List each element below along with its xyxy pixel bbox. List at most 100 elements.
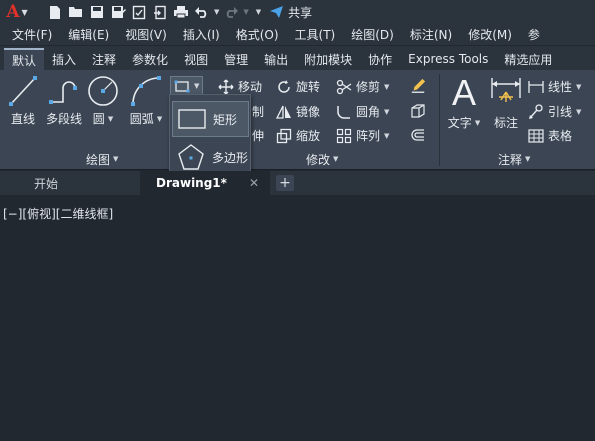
chevron-down-icon: ▼ [384, 82, 390, 91]
trim-icon [336, 79, 352, 95]
polygon-menu-item[interactable]: 多边形 [172, 139, 249, 175]
open-icon[interactable] [67, 3, 85, 21]
chevron-down-icon[interactable]: ▼ [214, 8, 219, 16]
quick-access-toolbar: A ▼ ▼ ▼ ▼ 共享 [0, 0, 595, 24]
offset-button[interactable] [410, 127, 426, 143]
arc-button[interactable]: 圆弧 ▼ [128, 74, 164, 127]
erase-button[interactable] [410, 78, 426, 94]
menu-draw[interactable]: 绘图(D) [343, 26, 402, 43]
share-button[interactable]: 共享 [269, 4, 312, 21]
viewport-controls[interactable]: [−][俯视][二维线框] [3, 205, 113, 222]
polyline-button[interactable]: 多段线 [44, 74, 84, 127]
leader-icon [528, 103, 544, 120]
undo-icon[interactable] [193, 3, 211, 21]
tab-view[interactable]: 视图 [176, 48, 216, 70]
chevron-down-icon: ▼ [21, 7, 28, 17]
table-icon [528, 128, 544, 144]
close-icon[interactable]: ✕ [249, 176, 259, 190]
chevron-down-icon: ▼ [525, 155, 531, 163]
tab-parametric[interactable]: 参数化 [124, 48, 176, 70]
new-tab-button[interactable]: + [276, 175, 294, 191]
menu-format[interactable]: 格式(O) [228, 26, 287, 43]
import-icon[interactable] [151, 3, 169, 21]
rotate-button[interactable]: 旋转 [276, 78, 320, 95]
redo-icon[interactable] [222, 3, 240, 21]
tab-drawing1[interactable]: Drawing1* ✕ [140, 171, 270, 195]
chevron-down-icon: ▼ [113, 155, 119, 163]
text-button[interactable]: A 文字 ▼ [446, 74, 482, 131]
text-icon: A [451, 72, 476, 113]
polyline-icon [49, 81, 77, 104]
menu-insert[interactable]: 插入(I) [175, 26, 228, 43]
table-button[interactable]: 表格 [528, 127, 572, 144]
annotation-panel-title[interactable]: 注释 ▼ [498, 150, 530, 168]
tab-default[interactable]: 默认 [4, 48, 45, 70]
app-logo: A [6, 2, 20, 22]
polygon-icon [178, 144, 204, 170]
line-button[interactable]: 直线 [6, 74, 40, 127]
menu-tools[interactable]: 工具(T) [287, 26, 344, 43]
menu-modify[interactable]: 修改(M) [460, 26, 520, 43]
linear-dimension-button[interactable]: 线性 ▼ [528, 78, 581, 95]
print-preview-icon[interactable] [130, 3, 148, 21]
share-label: 共享 [288, 5, 313, 20]
chevron-down-icon[interactable]: ▼ [243, 8, 248, 16]
3d-box-button[interactable] [410, 103, 426, 119]
linear-dimension-icon [528, 79, 544, 95]
leader-button[interactable]: 引线 ▼ [528, 103, 581, 120]
tab-collaborate[interactable]: 协作 [360, 48, 400, 70]
mirror-icon [276, 104, 292, 120]
tab-annotate[interactable]: 注释 [84, 48, 124, 70]
menu-dimension[interactable]: 标注(N) [402, 26, 460, 43]
move-button[interactable]: 移动 [218, 78, 262, 95]
rectangle-menu-item[interactable]: 矩形 [172, 101, 249, 137]
menu-view[interactable]: 视图(V) [117, 26, 175, 43]
line-label: 直线 [10, 112, 35, 126]
box-icon [410, 103, 426, 119]
print-icon[interactable] [172, 3, 190, 21]
ribbon: 直线 多段线 圆 ▼ 圆弧 ▼ ▼ 绘图 ▼ 移动 制 伸 旋转 镜像 缩放 修… [0, 70, 595, 170]
save-as-icon[interactable] [109, 3, 127, 21]
modify-panel-title[interactable]: 修改 ▼ [306, 150, 338, 168]
array-button[interactable]: 阵列 ▼ [336, 127, 389, 144]
draw-panel-title[interactable]: 绘图 ▼ [86, 150, 118, 168]
customize-icon[interactable]: ▼ [256, 8, 261, 16]
circle-icon [88, 76, 118, 106]
menu-parametric[interactable]: 参 [520, 26, 548, 43]
chevron-down-icon: ▼ [384, 131, 390, 140]
scale-button[interactable]: 缩放 [276, 127, 320, 144]
tab-output[interactable]: 输出 [256, 48, 296, 70]
chevron-down-icon: ▼ [333, 155, 339, 163]
mirror-button[interactable]: 镜像 [276, 103, 320, 120]
tab-manage[interactable]: 管理 [216, 48, 256, 70]
polyline-label: 多段线 [45, 112, 82, 126]
stretch-button[interactable]: 伸 [252, 127, 264, 144]
erase-icon [410, 78, 426, 94]
chevron-down-icon: ▼ [107, 114, 114, 123]
array-icon [336, 128, 352, 144]
chevron-down-icon: ▼ [384, 107, 390, 116]
menu-file[interactable]: 文件(F) [0, 26, 60, 43]
tab-express-tools[interactable]: Express Tools [400, 48, 496, 70]
save-icon[interactable] [88, 3, 106, 21]
tab-insert[interactable]: 插入 [44, 48, 84, 70]
dimension-button[interactable]: 标注 [488, 74, 524, 131]
menu-edit[interactable]: 编辑(E) [60, 26, 117, 43]
tab-start[interactable]: 开始 [16, 171, 76, 195]
rectangle-split-button[interactable]: ▼ [170, 76, 204, 96]
circle-button[interactable]: 圆 ▼ [86, 74, 120, 127]
fillet-button[interactable]: 圆角 ▼ [336, 103, 389, 120]
tab-addins[interactable]: 附加模块 [296, 48, 360, 70]
chevron-down-icon[interactable]: ▼ [194, 82, 199, 90]
application-menu-button[interactable]: A ▼ [0, 0, 34, 24]
chevron-down-icon: ▼ [576, 82, 582, 91]
trim-button[interactable]: 修剪 ▼ [336, 78, 389, 95]
tab-featured-apps[interactable]: 精选应用 [496, 48, 560, 70]
copy-button[interactable]: 制 [252, 103, 264, 120]
menu-bar: 文件(F) 编辑(E) 视图(V) 插入(I) 格式(O) 工具(T) 绘图(D… [0, 24, 595, 45]
rotate-icon [276, 79, 292, 95]
dimension-icon [491, 78, 521, 102]
drawing-canvas[interactable]: [−][俯视][二维线框] [0, 195, 595, 441]
new-icon[interactable] [46, 3, 64, 21]
document-tabs: 开始 Drawing1* ✕ + [0, 171, 595, 195]
